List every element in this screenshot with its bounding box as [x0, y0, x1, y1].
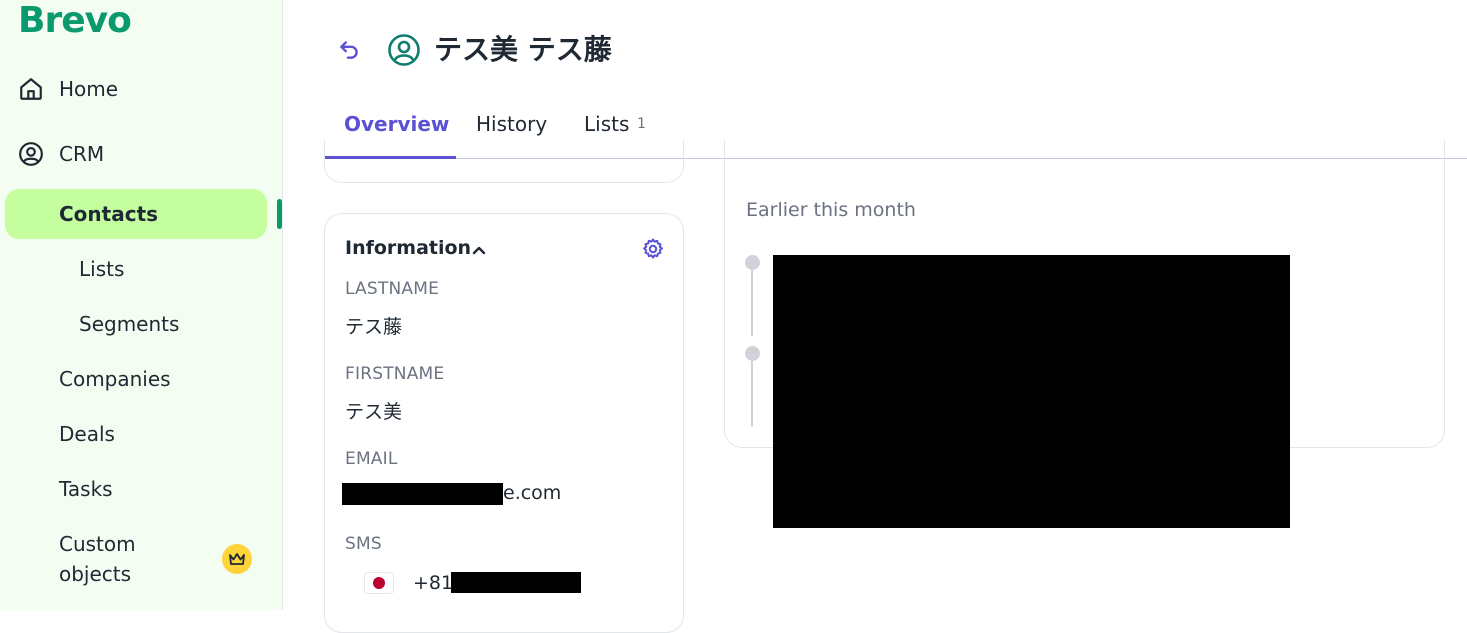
sidebar-item-tasks[interactable]: Tasks — [0, 469, 283, 509]
sidebar-item-label: Custom — [59, 532, 136, 556]
sidebar-item-label: Contacts — [59, 202, 159, 226]
tab-history[interactable]: History — [476, 112, 547, 136]
sidebar-item-label: Tasks — [59, 477, 113, 501]
sidebar-item-label: Deals — [59, 422, 115, 446]
contact-avatar-icon — [388, 34, 420, 66]
contact-summary-card — [324, 140, 684, 183]
timeline-line — [751, 361, 753, 427]
tab-lists-count: 1 — [637, 116, 646, 132]
sidebar: Brevo Home CRM Contacts Lists Segments C… — [0, 0, 283, 610]
timeline-redaction — [773, 255, 1290, 528]
firstname-value: テス美 — [345, 401, 403, 423]
crown-icon — [222, 544, 252, 574]
brevo-logo[interactable]: Brevo — [18, 0, 132, 41]
sidebar-item-home[interactable]: Home — [0, 69, 283, 109]
email-label: EMAIL — [345, 449, 398, 469]
sidebar-item-deals[interactable]: Deals — [0, 414, 283, 454]
chevron-up-icon[interactable] — [471, 242, 487, 258]
sidebar-item-companies[interactable]: Companies — [0, 359, 283, 399]
lastname-value: テス藤 — [345, 316, 403, 338]
sidebar-item-label: CRM — [59, 142, 105, 166]
back-icon[interactable] — [336, 36, 362, 62]
sidebar-item-segments[interactable]: Segments — [0, 304, 283, 344]
sms-redaction — [451, 572, 581, 593]
timeline-section-title: Earlier this month — [746, 199, 916, 221]
home-icon — [20, 78, 42, 100]
timeline-line — [751, 270, 753, 336]
japan-flag-icon — [364, 572, 394, 594]
sidebar-item-label: Home — [59, 77, 119, 101]
sidebar-item-label: objects — [59, 562, 132, 586]
sms-country-code: +81 — [413, 572, 454, 594]
sidebar-item-label: Companies — [59, 367, 171, 391]
user-circle-icon — [19, 142, 43, 166]
timeline-dot — [745, 346, 760, 361]
sidebar-item-crm[interactable]: CRM — [0, 134, 283, 174]
sms-label: SMS — [345, 534, 382, 554]
lastname-label: LASTNAME — [345, 279, 440, 299]
page-title: テス美 テス藤 — [434, 33, 612, 66]
email-redaction — [342, 483, 503, 505]
timeline-dot — [745, 255, 760, 270]
sidebar-item-contacts[interactable]: Contacts — [0, 194, 283, 234]
sidebar-item-label: Segments — [79, 312, 180, 336]
tab-lists[interactable]: Lists — [584, 112, 629, 136]
sidebar-item-lists[interactable]: Lists — [0, 249, 283, 289]
gear-icon[interactable] — [641, 237, 665, 261]
sidebar-item-label: Lists — [79, 257, 125, 281]
tab-overview[interactable]: Overview — [344, 112, 449, 136]
email-value-suffix: e.com — [503, 482, 562, 504]
firstname-label: FIRSTNAME — [345, 364, 445, 384]
information-title[interactable]: Information — [345, 237, 471, 259]
